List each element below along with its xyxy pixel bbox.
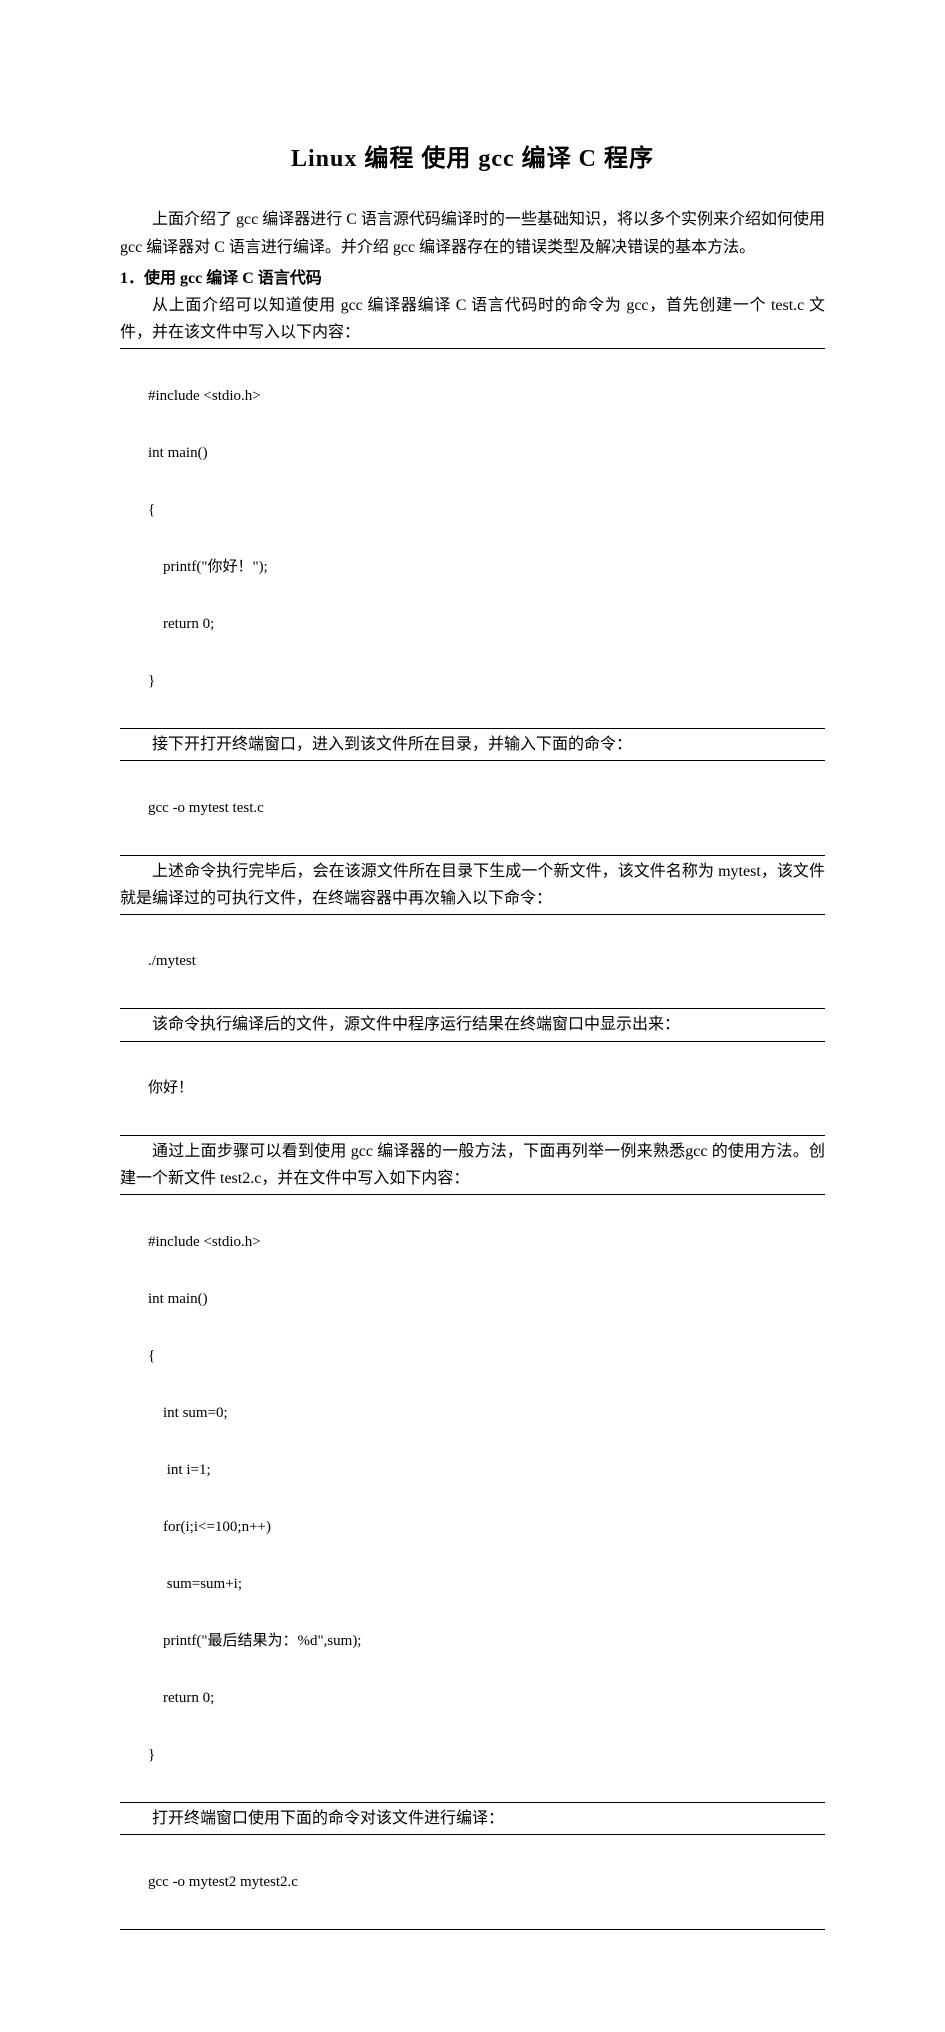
code-line: gcc -o mytest test.c — [148, 794, 825, 823]
code-line: return 0; — [148, 610, 825, 639]
code-block-4: 你好！ — [120, 1041, 825, 1137]
code-block-2: gcc -o mytest test.c — [120, 760, 825, 856]
code-line: } — [148, 667, 825, 696]
code-line: int main() — [148, 1285, 825, 1314]
code-line: int main() — [148, 439, 825, 468]
code-block-1: #include <stdio.h> int main() { printf("… — [120, 348, 825, 729]
code-block-5: #include <stdio.h> int main() { int sum=… — [120, 1194, 825, 1803]
code-line: ./mytest — [148, 947, 825, 976]
code-line: for(i;i<=100;n++) — [148, 1513, 825, 1542]
section-1-paragraph-4: 该命令执行编译后的文件，源文件中程序运行结果在终端窗口中显示出来： — [120, 1011, 825, 1038]
code-line: return 0; — [148, 1684, 825, 1713]
code-line: #include <stdio.h> — [148, 382, 825, 411]
code-block-3: ./mytest — [120, 914, 825, 1010]
code-line: gcc -o mytest2 mytest2.c — [148, 1868, 825, 1897]
section-1-paragraph-1: 从上面介绍可以知道使用 gcc 编译器编译 C 语言代码时的命令为 gcc，首先… — [120, 292, 825, 346]
code-line: sum=sum+i; — [148, 1570, 825, 1599]
intro-paragraph: 上面介绍了 gcc 编译器进行 C 语言源代码编译时的一些基础知识，将以多个实例… — [120, 206, 825, 260]
document-title: Linux 编程 使用 gcc 编译 C 程序 — [120, 140, 825, 178]
code-line: { — [148, 1342, 825, 1371]
code-line: #include <stdio.h> — [148, 1228, 825, 1257]
code-line: } — [148, 1741, 825, 1770]
section-1-paragraph-2: 接下开打开终端窗口，进入到该文件所在目录，并输入下面的命令： — [120, 731, 825, 758]
section-1-paragraph-3: 上述命令执行完毕后，会在该源文件所在目录下生成一个新文件，该文件名称为 myte… — [120, 858, 825, 912]
code-line: 你好！ — [148, 1074, 825, 1103]
code-line: printf("最后结果为：%d",sum); — [148, 1627, 825, 1656]
code-line: printf("你好！"); — [148, 553, 825, 582]
section-1-paragraph-6: 打开终端窗口使用下面的命令对该文件进行编译： — [120, 1805, 825, 1832]
section-1-paragraph-5: 通过上面步骤可以看到使用 gcc 编译器的一般方法，下面再列举一例来熟悉gcc … — [120, 1138, 825, 1192]
code-line: int i=1; — [148, 1456, 825, 1485]
code-block-6: gcc -o mytest2 mytest2.c — [120, 1834, 825, 1930]
section-1-heading: 1．使用 gcc 编译 C 语言代码 — [120, 265, 825, 292]
code-line: { — [148, 496, 825, 525]
code-line: int sum=0; — [148, 1399, 825, 1428]
